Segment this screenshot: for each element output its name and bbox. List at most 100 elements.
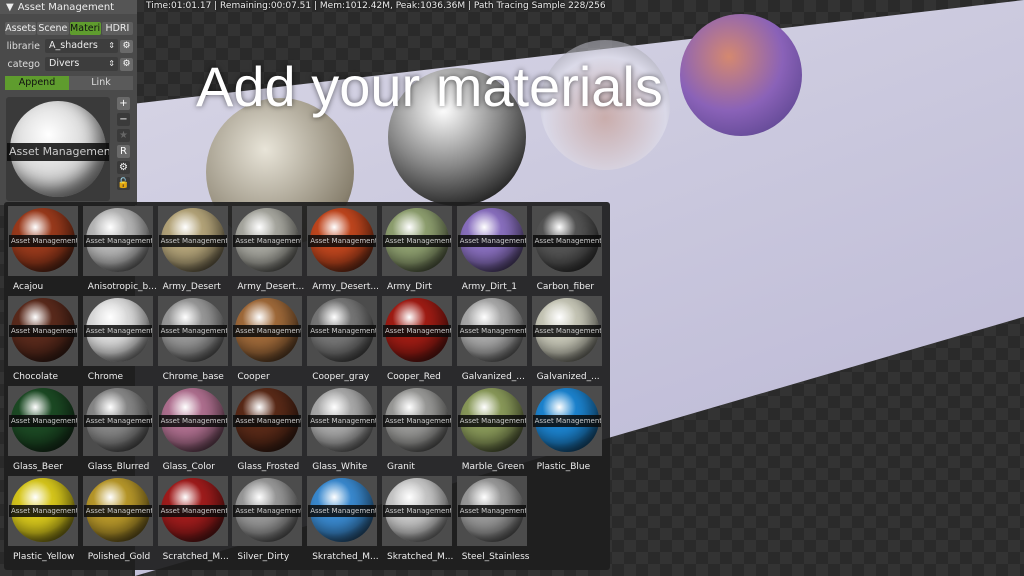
material-item[interactable]: Asset Management Cooper_Red — [381, 296, 457, 386]
thumbnail-band: Asset Management — [83, 505, 152, 517]
material-thumbnail[interactable]: Asset Management — [8, 476, 78, 546]
material-thumbnail[interactable]: Asset Management — [307, 296, 378, 366]
material-thumbnail[interactable]: Asset Management — [307, 476, 378, 546]
thumbnail-band: Asset Management — [9, 415, 77, 427]
material-item[interactable]: Asset Management Steel_Stainless — [456, 476, 532, 566]
gear-icon[interactable]: ⚙ — [120, 57, 133, 71]
refresh-icon[interactable]: R — [117, 145, 130, 158]
material-item[interactable]: Asset Management Glass_Frosted — [232, 386, 307, 476]
material-item[interactable]: Asset Management Carbon_fiber — [531, 206, 607, 296]
material-item[interactable]: Asset Management Glass_Beer — [8, 386, 83, 476]
tab-scene[interactable]: Scene — [37, 22, 69, 35]
material-thumbnail[interactable]: Asset Management — [381, 476, 452, 546]
material-thumbnail[interactable]: Asset Management — [232, 476, 303, 546]
material-name: Skratched_M... — [386, 552, 454, 562]
material-item[interactable]: Asset Management Granit — [381, 386, 457, 476]
material-item[interactable]: Asset Management Glass_Blurred — [82, 386, 158, 476]
material-name: Acajou — [13, 282, 44, 292]
material-thumbnail[interactable]: Asset Management — [381, 386, 452, 456]
material-item[interactable]: Asset Management Galvanized_... — [456, 296, 532, 386]
append-button[interactable]: Append — [5, 76, 69, 90]
material-item[interactable]: Asset Management Skratched_M... — [381, 476, 457, 566]
material-item[interactable]: Asset Management Army_Dirt_1 — [456, 206, 532, 296]
material-item[interactable]: Asset Management Glass_White — [307, 386, 382, 476]
material-thumbnail[interactable]: Asset Management — [456, 386, 527, 456]
material-item[interactable]: Asset Management Skratched_M... — [307, 476, 382, 566]
material-thumbnail[interactable]: Asset Management — [157, 296, 228, 366]
tab-hdri[interactable]: HDRI — [101, 22, 133, 35]
gear-icon[interactable]: ⚙ — [120, 39, 133, 53]
material-item[interactable]: Asset Management Acajou — [8, 206, 83, 296]
link-button[interactable]: Link — [69, 76, 133, 90]
thumbnail-band: Asset Management — [308, 325, 377, 337]
material-name: Granit — [386, 462, 415, 472]
material-thumbnail[interactable]: Asset Management — [82, 476, 153, 546]
material-thumbnail[interactable]: Asset Management — [8, 296, 78, 366]
material-thumbnail[interactable]: Asset Management — [531, 386, 602, 456]
material-item[interactable]: Asset Management Scratched_M... — [157, 476, 233, 566]
lock-icon[interactable]: 🔓 — [117, 177, 130, 190]
material-item[interactable]: Asset Management Army_Desert... — [232, 206, 307, 296]
thumbnail-band: Asset Management — [158, 415, 227, 427]
library-select[interactable]: A_shaders — [45, 39, 118, 53]
material-item[interactable]: Asset Management Silver_Dirty — [232, 476, 307, 566]
material-thumbnail[interactable]: Asset Management — [8, 386, 78, 456]
material-thumbnail[interactable]: Asset Management — [232, 386, 303, 456]
material-item[interactable]: Asset Management Polished_Gold — [82, 476, 158, 566]
remove-icon[interactable]: − — [117, 113, 130, 126]
material-item[interactable]: Asset Management Army_Desert — [157, 206, 233, 296]
panel-header[interactable]: ▼ Asset Management — [0, 0, 137, 14]
panel-title: Asset Management — [17, 1, 115, 13]
material-thumbnail[interactable]: Asset Management — [232, 206, 303, 276]
material-item[interactable]: Asset Management Anisotropic_b... — [82, 206, 158, 296]
material-name: Galvanized_... — [536, 372, 600, 382]
material-thumbnail[interactable]: Asset Management — [82, 206, 153, 276]
material-thumbnail[interactable]: Asset Management — [381, 296, 452, 366]
material-thumbnail[interactable]: Asset Management — [307, 386, 378, 456]
thumbnail-band: Asset Management — [9, 235, 77, 247]
material-thumbnail[interactable]: Asset Management — [531, 296, 602, 366]
material-item[interactable]: Asset Management Chrome — [82, 296, 158, 386]
thumbnail-band: Asset Management — [457, 235, 526, 247]
star-icon[interactable]: ★ — [117, 129, 130, 142]
thumbnail-band: Asset Management — [382, 325, 451, 337]
material-name: Cooper — [237, 372, 270, 382]
category-select[interactable]: Divers — [45, 57, 118, 71]
collapse-icon[interactable]: ▼ — [6, 2, 14, 13]
material-item[interactable]: Asset Management Army_Desert... — [307, 206, 382, 296]
add-icon[interactable]: + — [117, 97, 130, 110]
material-name: Army_Dirt — [386, 282, 432, 292]
material-item[interactable]: Asset Management Army_Dirt — [381, 206, 457, 296]
material-name: Chocolate — [13, 372, 59, 382]
material-thumbnail[interactable]: Asset Management — [531, 206, 602, 276]
material-thumbnail[interactable]: Asset Management — [307, 206, 378, 276]
material-item[interactable]: Asset Management Plastic_Blue — [531, 386, 607, 476]
material-name: Army_Dirt_1 — [461, 282, 517, 292]
material-thumbnail[interactable]: Asset Management — [82, 296, 153, 366]
material-preview[interactable]: Asset Management — [6, 97, 110, 201]
material-thumbnail[interactable]: Asset Management — [381, 206, 452, 276]
material-name: Steel_Stainless — [461, 552, 530, 562]
material-thumbnail[interactable]: Asset Management — [157, 476, 228, 546]
material-thumbnail[interactable]: Asset Management — [82, 386, 153, 456]
material-item[interactable]: Asset Management Galvanized_... — [531, 296, 607, 386]
material-item[interactable]: Asset Management Chocolate — [8, 296, 83, 386]
material-thumbnail[interactable]: Asset Management — [232, 296, 303, 366]
material-thumbnail[interactable]: Asset Management — [157, 206, 228, 276]
material-name: Skratched_M... — [312, 552, 379, 562]
material-item[interactable]: Asset Management Cooper_gray — [307, 296, 382, 386]
tab-assets[interactable]: Assets — [5, 22, 37, 35]
material-thumbnail[interactable]: Asset Management — [157, 386, 228, 456]
material-thumbnail[interactable]: Asset Management — [8, 206, 78, 276]
material-item[interactable]: Asset Management Cooper — [232, 296, 307, 386]
settings-icon[interactable]: ⚙ — [117, 161, 130, 174]
tab-materials[interactable]: Materi — [69, 22, 101, 35]
material-item[interactable]: Asset Management Marble_Green — [456, 386, 532, 476]
material-thumbnail[interactable]: Asset Management — [456, 206, 527, 276]
thumbnail-band: Asset Management — [83, 415, 152, 427]
material-item[interactable]: Asset Management Plastic_Yellow — [8, 476, 83, 566]
material-thumbnail[interactable]: Asset Management — [456, 296, 527, 366]
material-thumbnail[interactable]: Asset Management — [456, 476, 527, 546]
material-item[interactable]: Asset Management Chrome_base — [157, 296, 233, 386]
material-item[interactable]: Asset Management Glass_Color — [157, 386, 233, 476]
